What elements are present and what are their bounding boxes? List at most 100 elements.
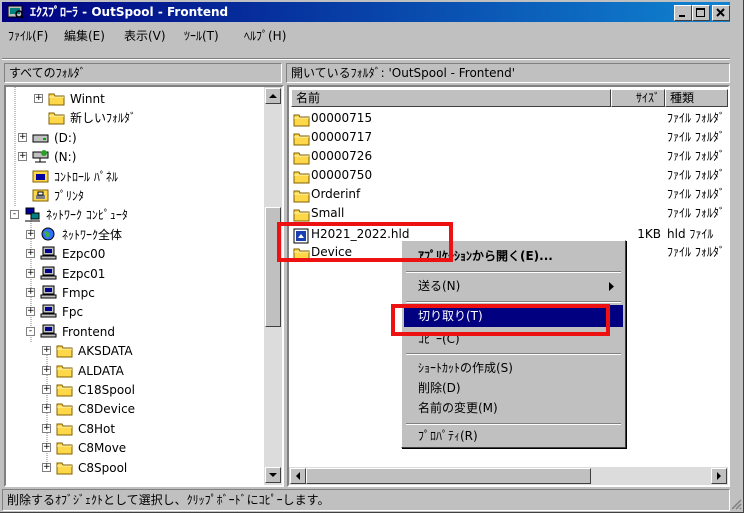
tree-item[interactable]: + Fpc: [22, 302, 262, 322]
expand-icon[interactable]: +: [18, 152, 27, 162]
window-title: ｴｸｽﾌﾟﾛｰﾗ - OutSpool - Frontend: [30, 5, 229, 19]
menu-edit[interactable]: 編集(E): [64, 27, 105, 44]
tree-item-label: Ezpc00: [62, 247, 106, 262]
tree-item-label: (D:): [54, 130, 77, 145]
tree-item-label: C8Device: [78, 402, 136, 417]
tree-item[interactable]: + C8Device: [38, 399, 278, 419]
file-name: H2021_2022.hld: [311, 227, 410, 241]
file-row[interactable]: 00000750 ﾌｧｲﾙ ﾌｫﾙﾀﾞ: [289, 166, 726, 185]
file-row[interactable]: Orderinf ﾌｧｲﾙ ﾌｫﾙﾀﾞ: [289, 185, 726, 204]
expand-icon[interactable]: +: [34, 94, 43, 103]
scroll-left-button[interactable]: [290, 468, 306, 484]
context-open-with[interactable]: ｱﾌﾟﾘｹｰｼｮﾝから開く(E)...: [404, 245, 623, 267]
tree-item-label: Fmpc: [62, 286, 95, 300]
tree-item[interactable]: + Fmpc: [22, 283, 262, 303]
submenu-arrow-icon: [609, 282, 614, 291]
expand-icon[interactable]: +: [42, 443, 51, 453]
context-menu: ｱﾌﾟﾘｹｰｼｮﾝから開く(E)... 送る(N) 切り取り(T) ｺﾋﾟｰ(C…: [401, 240, 626, 448]
minimize-button[interactable]: [674, 5, 692, 21]
file-name: Small: [311, 206, 345, 220]
arrow-up-icon: [269, 94, 277, 98]
expand-icon[interactable]: +: [26, 249, 35, 259]
tree-item[interactable]: + C8Spool: [38, 458, 278, 478]
explorer-app-icon: [8, 5, 24, 19]
file-name: 00000717: [311, 130, 373, 144]
tree-item[interactable]: + (D:): [14, 128, 254, 148]
expand-icon[interactable]: +: [18, 132, 27, 142]
folder-icon: [56, 460, 74, 481]
tree-item[interactable]: ｺﾝﾄﾛｰﾙ ﾊﾟﾈﾙ: [14, 167, 254, 187]
expand-icon[interactable]: +: [42, 346, 51, 356]
tree-item[interactable]: + ALDATA: [38, 361, 278, 381]
tree-item[interactable]: ﾌﾟﾘﾝﾀ: [14, 186, 254, 206]
explorer-window: ｴｸｽﾌﾟﾛｰﾗ - OutSpool - Frontend ﾌｧｲﾙ(F) 編…: [0, 0, 744, 513]
tree-item[interactable]: + ﾈｯﾄﾜｰｸ全体: [22, 225, 262, 245]
tree-item-label: 新しいﾌｫﾙﾀﾞ: [70, 111, 137, 126]
file-row[interactable]: 00000717 ﾌｧｲﾙ ﾌｫﾙﾀﾞ: [289, 128, 726, 147]
tree-item[interactable]: + C8Hot: [38, 419, 278, 439]
title-bar[interactable]: ｴｸｽﾌﾟﾛｰﾗ - OutSpool - Frontend: [2, 2, 730, 22]
file-row[interactable]: Small ﾌｧｲﾙ ﾌｫﾙﾀﾞ: [289, 204, 726, 223]
column-header-size[interactable]: ｻｲｽﾞ: [611, 89, 665, 107]
folder-tree-pane[interactable]: + Winnt 新しいﾌｫﾙﾀﾞ + (D:) + (N:) ｺﾝﾄﾛｰﾙ ﾊﾟﾈﾙ ﾌﾟﾘﾝﾀ…: [4, 85, 284, 487]
maximize-button[interactable]: [692, 5, 710, 21]
resize-grip-icon[interactable]: [730, 498, 742, 510]
scroll-up-button[interactable]: [265, 88, 281, 104]
tree-item[interactable]: - Frontend: [22, 322, 262, 342]
menu-file[interactable]: ﾌｧｲﾙ(F): [8, 27, 48, 44]
tree-item[interactable]: + Ezpc01: [22, 264, 262, 284]
context-delete[interactable]: 削除(D): [404, 377, 623, 399]
menu-help[interactable]: ﾍﾙﾌﾟ(H): [244, 27, 286, 44]
expand-icon[interactable]: +: [26, 229, 35, 239]
expand-icon[interactable]: +: [42, 423, 51, 433]
collapse-icon[interactable]: -: [26, 326, 35, 336]
tree-vertical-scrollbar[interactable]: [264, 87, 282, 485]
file-horizontal-scrollbar[interactable]: [289, 467, 728, 485]
scroll-right-button[interactable]: [711, 468, 727, 484]
file-name: 00000750: [311, 168, 373, 182]
tree-scroll-thumb[interactable]: [265, 207, 281, 327]
collapse-icon[interactable]: -: [10, 210, 19, 220]
menu-view[interactable]: 表示(V): [124, 27, 166, 44]
tree-item[interactable]: + (N:): [14, 147, 254, 167]
file-type: ﾌｧｲﾙ ﾌｫﾙﾀﾞ: [667, 187, 725, 201]
tree-item[interactable]: + AKSDATA: [38, 341, 278, 361]
tree-item-label: ﾈｯﾄﾜｰｸ全体: [62, 227, 123, 242]
tree-item[interactable]: + Winnt: [30, 89, 270, 109]
expand-icon[interactable]: +: [26, 288, 35, 297]
column-header-name[interactable]: 名前: [291, 89, 611, 107]
tree-item[interactable]: + C18Spool: [38, 380, 278, 400]
arrow-right-icon: [717, 472, 721, 480]
tree-item[interactable]: + Ezpc00: [22, 244, 262, 264]
context-send-to-label: 送る(N): [418, 279, 461, 293]
close-button[interactable]: [712, 5, 730, 21]
context-rename[interactable]: 名前の変更(M): [404, 397, 623, 419]
context-send-to[interactable]: 送る(N): [404, 275, 623, 297]
column-header-type[interactable]: 種類: [665, 89, 728, 107]
file-type: ﾌｧｲﾙ ﾌｫﾙﾀﾞ: [667, 168, 725, 182]
scroll-down-button[interactable]: [265, 467, 281, 483]
file-row[interactable]: 00000726 ﾌｧｲﾙ ﾌｫﾙﾀﾞ: [289, 147, 726, 166]
tree-item[interactable]: - ﾈｯﾄﾜｰｸ ｺﾝﾋﾟｭｰﾀ: [6, 205, 246, 225]
tree-item[interactable]: + C8Move: [38, 438, 278, 458]
tree-item-label: ﾌﾟﾘﾝﾀ: [54, 189, 85, 203]
file-scroll-thumb[interactable]: [306, 468, 591, 484]
context-create-shortcut[interactable]: ｼｮｰﾄｶｯﾄの作成(S): [404, 357, 623, 379]
tree-item[interactable]: 新しいﾌｫﾙﾀﾞ: [30, 108, 270, 128]
file-row[interactable]: 00000715 ﾌｧｲﾙ ﾌｫﾙﾀﾞ: [289, 109, 726, 128]
expand-icon[interactable]: +: [26, 268, 35, 278]
context-cut[interactable]: 切り取り(T): [404, 305, 623, 327]
expand-icon[interactable]: +: [42, 385, 51, 394]
tree-item-label: Ezpc01: [62, 266, 106, 281]
expand-icon[interactable]: +: [42, 462, 51, 472]
expand-icon[interactable]: +: [26, 307, 35, 317]
menu-tools[interactable]: ﾂｰﾙ(T): [184, 27, 219, 44]
expand-icon[interactable]: +: [42, 404, 51, 414]
close-icon: [716, 8, 725, 17]
folder-icon: [293, 246, 311, 267]
all-folders-header: すべてのﾌｫﾙﾀﾞ: [4, 63, 282, 83]
tree-item-label: C8Spool: [78, 460, 128, 475]
expand-icon[interactable]: +: [42, 365, 51, 375]
context-copy[interactable]: ｺﾋﾟｰ(C): [404, 328, 623, 350]
context-properties[interactable]: ﾌﾟﾛﾊﾟﾃｨ(R): [404, 425, 623, 447]
